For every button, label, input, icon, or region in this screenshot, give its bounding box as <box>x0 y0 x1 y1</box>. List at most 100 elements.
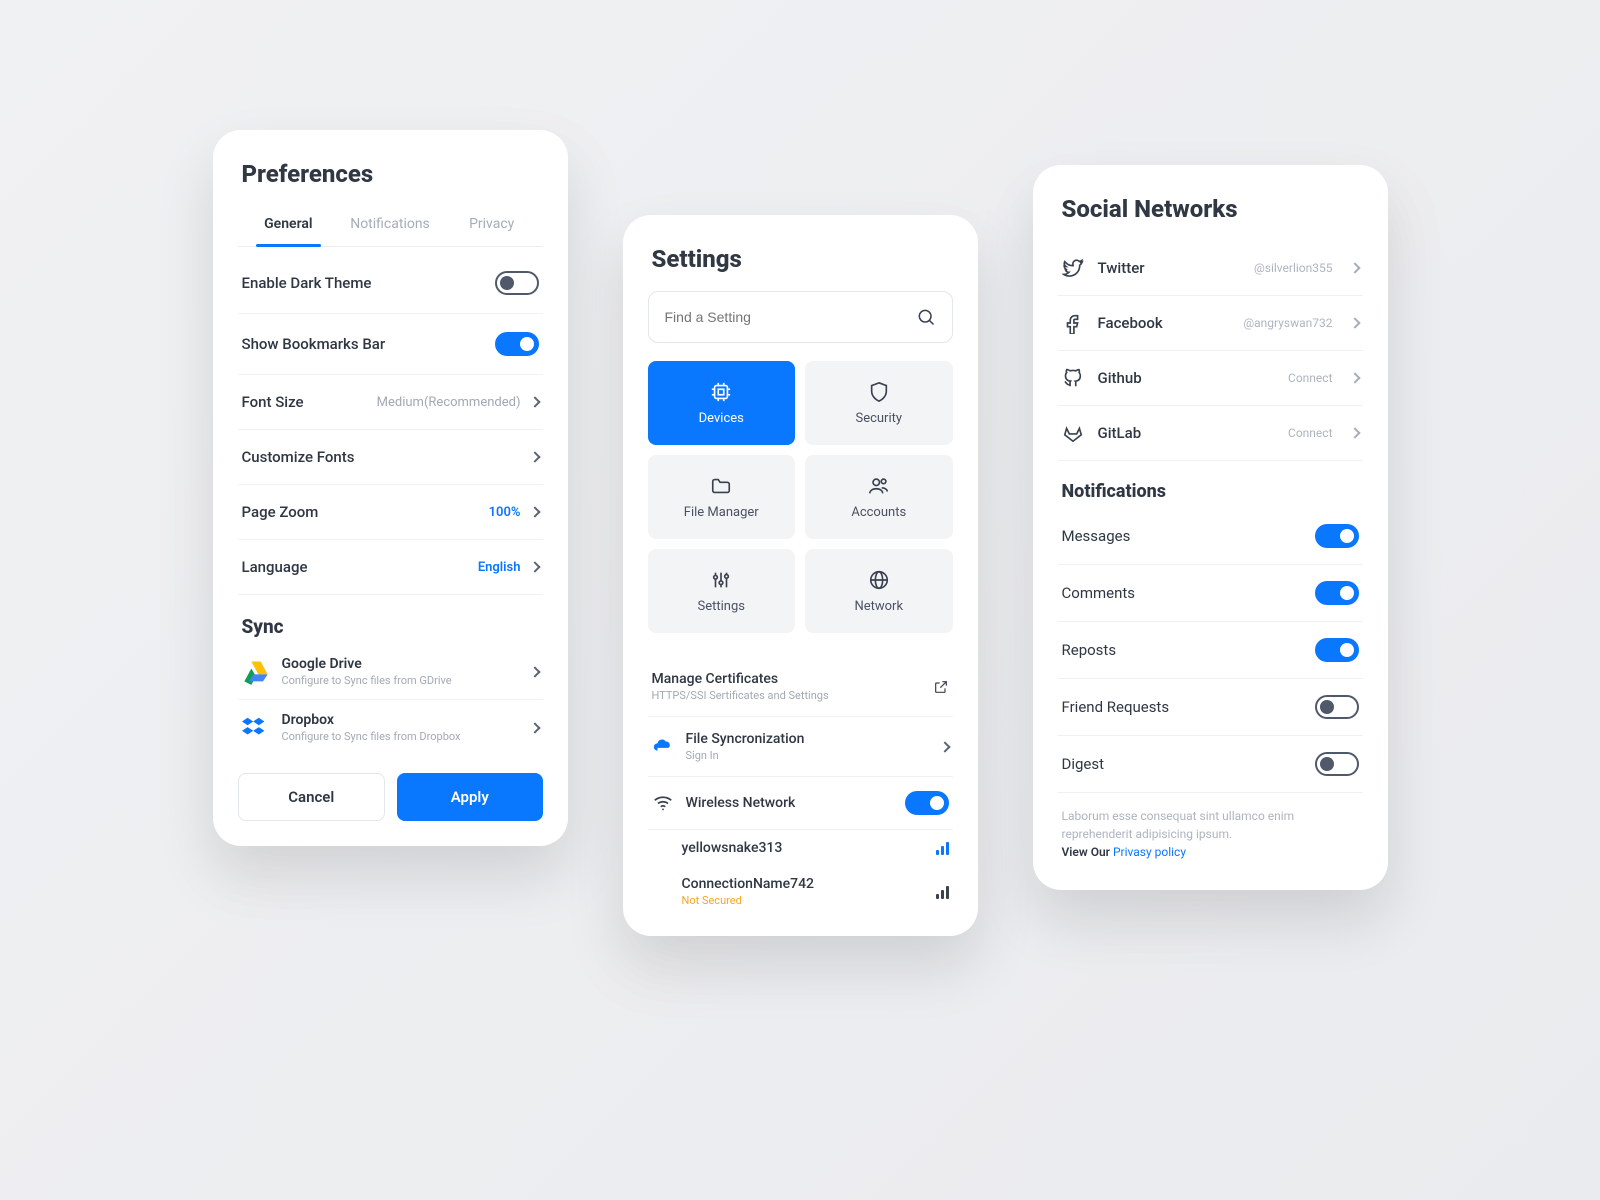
github-icon <box>1062 367 1084 389</box>
twitter-val: @silverlion355 <box>1254 261 1333 275</box>
settings-search[interactable] <box>648 291 953 343</box>
tab-general[interactable]: General <box>238 206 340 246</box>
row-customize-fonts[interactable]: Customize Fonts <box>238 430 543 485</box>
wifi-icon <box>652 792 674 814</box>
tile-network-label: Network <box>854 599 903 614</box>
value-font-size: Medium(Recommended) <box>377 395 521 410</box>
chevron-right-icon <box>939 741 950 752</box>
row-wireless: Wireless Network <box>648 777 953 830</box>
social-twitter[interactable]: Twitter @silverlion355 <box>1058 241 1363 296</box>
social-panel: Social Networks Twitter @silverlion355 F… <box>1033 165 1388 890</box>
privacy-link[interactable]: Privasy policy <box>1113 845 1186 859</box>
label-reposts: Reposts <box>1062 641 1117 659</box>
notif-comments: Comments <box>1058 565 1363 622</box>
toggle-wireless[interactable] <box>905 791 949 815</box>
row-dark-theme: Enable Dark Theme <box>238 253 543 314</box>
search-icon <box>916 307 936 327</box>
value-page-zoom: 100% <box>489 505 521 520</box>
chevron-right-icon <box>529 506 540 517</box>
social-gitlab[interactable]: GitLab Connect <box>1058 406 1363 461</box>
facebook-icon <box>1062 312 1084 334</box>
dropbox-title: Dropbox <box>282 712 515 728</box>
facebook-name: Facebook <box>1098 314 1230 332</box>
dropbox-sub: Configure to Sync files from Dropbox <box>282 730 515 743</box>
chevron-right-icon <box>529 666 540 677</box>
row-font-size[interactable]: Font Size Medium(Recommended) <box>238 375 543 430</box>
footer-disclaimer: Laborum esse consequat sint ullamco enim… <box>1062 809 1295 841</box>
apply-button[interactable]: Apply <box>397 773 543 821</box>
social-title: Social Networks <box>1058 195 1363 223</box>
chevron-right-icon <box>529 561 540 572</box>
external-link-icon <box>933 679 949 695</box>
chevron-right-icon <box>1349 262 1360 273</box>
action-buttons: Cancel Apply <box>238 773 543 821</box>
social-github[interactable]: Github Connect <box>1058 351 1363 406</box>
label-digest: Digest <box>1062 755 1105 773</box>
tile-files-label: File Manager <box>684 505 759 520</box>
cert-title: Manage Certificates <box>652 671 921 687</box>
label-dark-theme: Enable Dark Theme <box>242 274 372 292</box>
wifi-title: Wireless Network <box>686 795 893 811</box>
cert-sub: HTTPS/SSI Sertificates and Settings <box>652 689 921 702</box>
tab-notifications[interactable]: Notifications <box>339 206 441 246</box>
chevron-right-icon <box>529 722 540 733</box>
gitlab-name: GitLab <box>1098 424 1275 442</box>
tile-settings[interactable]: Settings <box>648 549 796 633</box>
label-friend-requests: Friend Requests <box>1062 698 1170 716</box>
row-language[interactable]: Language English <box>238 540 543 595</box>
toggle-messages[interactable] <box>1315 524 1359 548</box>
toggle-bookmarks-bar[interactable] <box>495 332 539 356</box>
network-1[interactable]: yellowsnake313 <box>648 830 953 866</box>
settings-grid: Devices Security File Manager Accounts S… <box>648 361 953 633</box>
tile-file-manager[interactable]: File Manager <box>648 455 796 539</box>
tab-privacy[interactable]: Privacy <box>441 206 543 246</box>
footer-cta: View Our <box>1062 845 1113 859</box>
cancel-button[interactable]: Cancel <box>238 773 386 821</box>
row-file-sync[interactable]: File Syncronization Sign In <box>648 717 953 777</box>
sync-google-drive[interactable]: Google Drive Configure to Sync files fro… <box>238 644 543 700</box>
preferences-panel: Preferences General Notifications Privac… <box>213 130 568 846</box>
tile-settings-label: Settings <box>698 599 745 614</box>
toggle-comments[interactable] <box>1315 581 1359 605</box>
github-name: Github <box>1098 369 1275 387</box>
toggle-friend-requests[interactable] <box>1315 695 1359 719</box>
label-page-zoom: Page Zoom <box>242 503 319 521</box>
net2-sub: Not Secured <box>682 894 936 907</box>
row-bookmarks-bar: Show Bookmarks Bar <box>238 314 543 375</box>
settings-panel: Settings Devices Security File Manager A… <box>623 215 978 936</box>
row-page-zoom[interactable]: Page Zoom 100% <box>238 485 543 540</box>
chevron-right-icon <box>1349 317 1360 328</box>
github-val: Connect <box>1288 371 1332 385</box>
toggle-dark-theme[interactable] <box>495 271 539 295</box>
notif-reposts: Reposts <box>1058 622 1363 679</box>
label-bookmarks-bar: Show Bookmarks Bar <box>242 335 386 353</box>
tile-network[interactable]: Network <box>805 549 953 633</box>
gitlab-val: Connect <box>1288 426 1332 440</box>
label-font-size: Font Size <box>242 393 304 411</box>
toggle-digest[interactable] <box>1315 752 1359 776</box>
net1-name: yellowsnake313 <box>682 840 936 856</box>
signal-icon <box>936 841 949 855</box>
label-messages: Messages <box>1062 527 1131 545</box>
facebook-val: @angryswan732 <box>1243 316 1332 330</box>
google-drive-icon <box>242 658 270 686</box>
network-2[interactable]: ConnectionName742 Not Secured <box>648 866 953 911</box>
tile-security[interactable]: Security <box>805 361 953 445</box>
gdrive-title: Google Drive <box>282 656 515 672</box>
search-input[interactable] <box>665 309 916 325</box>
sync-dropbox[interactable]: Dropbox Configure to Sync files from Dro… <box>238 700 543 755</box>
notif-messages: Messages <box>1058 508 1363 565</box>
gdrive-sub: Configure to Sync files from GDrive <box>282 674 515 687</box>
social-facebook[interactable]: Facebook @angryswan732 <box>1058 296 1363 351</box>
twitter-icon <box>1062 257 1084 279</box>
chevron-right-icon <box>529 451 540 462</box>
dropbox-icon <box>242 714 270 742</box>
chevron-right-icon <box>1349 372 1360 383</box>
toggle-reposts[interactable] <box>1315 638 1359 662</box>
tile-devices[interactable]: Devices <box>648 361 796 445</box>
tile-security-label: Security <box>855 411 902 426</box>
row-certificates[interactable]: Manage Certificates HTTPS/SSI Sertificat… <box>648 657 953 717</box>
tile-accounts[interactable]: Accounts <box>805 455 953 539</box>
tile-devices-label: Devices <box>699 411 744 426</box>
label-language: Language <box>242 558 308 576</box>
